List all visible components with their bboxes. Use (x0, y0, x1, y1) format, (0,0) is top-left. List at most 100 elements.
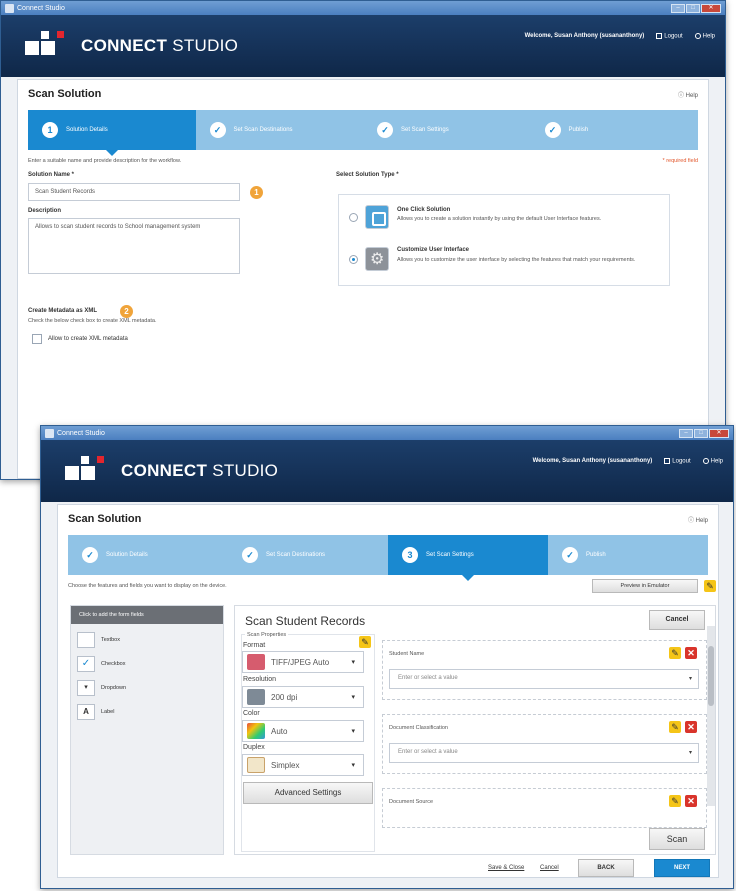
logout-link[interactable]: Logout (664, 458, 691, 465)
customize-ui-radio[interactable] (349, 255, 358, 264)
resolution-dropdown[interactable]: 200 dpi ▾ (242, 686, 364, 708)
scrollbar-thumb[interactable] (708, 646, 714, 706)
app-header: CONNECT STUDIO Welcome, Susan Anthony (s… (1, 15, 725, 77)
checkbox-icon: ✓ (77, 656, 95, 672)
window-title: Connect Studio (17, 4, 65, 12)
header-help-link[interactable]: Help (694, 33, 715, 40)
resolution-icon (247, 689, 265, 705)
one-click-icon (365, 205, 389, 229)
field-type-label[interactable]: A Label (77, 702, 137, 722)
format-dropdown[interactable]: TIFF/JPEG Auto ▾ (242, 651, 364, 673)
student-name-field[interactable]: Student Name ✎ ✕ Enter or select a value… (382, 640, 707, 700)
chevron-down-icon: ▾ (351, 694, 355, 701)
metadata-label: Create Metadata as XML (28, 308, 98, 314)
window-solution-details: Connect Studio – □ ✕ CONNECT STUDIO Welc… (0, 0, 726, 480)
minimize-button[interactable]: – (679, 428, 693, 438)
advanced-settings-button[interactable]: Advanced Settings (243, 782, 373, 804)
cancel-link[interactable]: Cancel (540, 865, 559, 871)
description-textarea[interactable]: Allows to scan student records to School… (28, 218, 240, 274)
header-help-link[interactable]: Help (702, 458, 723, 465)
help-link[interactable]: ⓘ Help (678, 90, 698, 99)
back-button[interactable]: BACK (578, 859, 634, 877)
cancel-button[interactable]: Cancel (649, 610, 705, 630)
minimize-button[interactable]: – (671, 3, 685, 13)
chevron-down-icon: ▾ (688, 750, 692, 756)
help-link[interactable]: ⓘ Help (688, 515, 708, 524)
step-scan-settings[interactable]: 3 Set Scan Settings (388, 535, 548, 581)
document-classification-field[interactable]: Document Classification ✎ ✕ Enter or sel… (382, 714, 707, 774)
one-click-radio[interactable] (349, 213, 358, 222)
duplex-dropdown[interactable]: Simplex ▾ (242, 754, 364, 776)
solution-type-box: One Click Solution Allows you to create … (338, 194, 670, 286)
resolution-label: Resolution (243, 676, 277, 683)
image-file-icon (247, 654, 265, 670)
field-label: Document Source (389, 799, 434, 805)
color-palette-icon (247, 723, 265, 739)
page-title: Scan Solution (28, 88, 102, 100)
field-type-textbox[interactable]: Textbox (77, 630, 137, 650)
page-title: Scan Solution (68, 513, 142, 525)
document-classification-combo[interactable]: Enter or select a value ▾ (389, 743, 699, 763)
scan-properties-label: Scan Properties (245, 632, 289, 638)
pencil-icon[interactable]: ✎ (669, 795, 681, 807)
wizard-steps: ✓ Solution Details ✓ Set Scan Destinations… (68, 535, 708, 581)
help-icon (702, 458, 709, 464)
app-icon (45, 428, 54, 438)
field-type-checkbox[interactable]: ✓ Checkbox (77, 654, 137, 674)
scrollbar[interactable] (707, 626, 715, 806)
title-bar: Connect Studio – □ ✕ (41, 426, 733, 440)
close-button[interactable]: ✕ (709, 428, 729, 438)
required-note: * required field (662, 158, 698, 164)
step-scan-destinations[interactable]: ✓ Set Scan Destinations (228, 535, 388, 575)
close-icon[interactable]: ✕ (685, 647, 697, 659)
field-label: Student Name (389, 651, 425, 657)
save-close-link[interactable]: Save & Close (488, 865, 524, 871)
student-name-combo[interactable]: Enter or select a value ▾ (389, 669, 699, 689)
pencil-icon[interactable]: ✎ (359, 636, 371, 648)
solution-name-label: Solution Name * (28, 172, 75, 178)
pencil-icon[interactable]: ✎ (704, 580, 716, 592)
form-fields-panel: Click to add the form fields Textbox ✓ Ch… (70, 605, 224, 855)
metadata-desc: Check the below check box to create XML … (28, 318, 157, 324)
document-source-field[interactable]: Document Source ✎ ✕ (382, 788, 707, 828)
customize-ui-title: Customize User Interface (397, 247, 470, 253)
textbox-icon (77, 632, 95, 648)
check-icon: ✓ (562, 547, 578, 563)
description-label: Description (28, 208, 62, 214)
app-icon (5, 3, 14, 13)
close-button[interactable]: ✕ (701, 3, 721, 13)
field-label: Document Classification (389, 725, 448, 731)
scan-screen-panel: Scan Student Records Cancel Scan Propert… (234, 605, 716, 855)
pencil-icon[interactable]: ✎ (669, 647, 681, 659)
scan-button[interactable]: Scan (649, 828, 705, 850)
xml-metadata-checkbox[interactable] (32, 334, 42, 344)
chevron-down-icon: ▾ (688, 676, 692, 682)
step-solution-details[interactable]: 1 Solution Details (28, 110, 196, 156)
color-dropdown[interactable]: Auto ▾ (242, 720, 364, 742)
step-scan-destinations[interactable]: ✓ Set Scan Destinations (196, 110, 364, 150)
solution-name-input[interactable]: Scan Student Records (28, 183, 240, 201)
close-icon[interactable]: ✕ (685, 721, 697, 733)
color-label: Color (243, 710, 260, 717)
preview-emulator-button[interactable]: Preview in Emulator (592, 579, 698, 593)
connect-logo-icon (25, 31, 71, 61)
next-button[interactable]: NEXT (654, 859, 710, 877)
app-header: CONNECT STUDIO Welcome, Susan Anthony (s… (41, 440, 733, 502)
field-type-dropdown[interactable]: ▾ Dropdown (77, 678, 137, 698)
callout-badge: 2 (120, 305, 133, 318)
step-publish[interactable]: ✓ Publish (548, 535, 708, 575)
step-scan-settings[interactable]: ✓ Set Scan Settings (363, 110, 531, 150)
maximize-button[interactable]: □ (694, 428, 708, 438)
check-icon: ✓ (209, 122, 226, 138)
window-scan-settings: Connect Studio – □ ✕ CONNECT STUDIO Welc… (40, 425, 734, 889)
check-icon: ✓ (82, 547, 98, 563)
maximize-button[interactable]: □ (686, 3, 700, 13)
pencil-icon[interactable]: ✎ (669, 721, 681, 733)
close-icon[interactable]: ✕ (685, 795, 697, 807)
gear-icon (365, 247, 389, 271)
logout-link[interactable]: Logout (656, 33, 683, 40)
form-fields-header: Click to add the form fields (71, 606, 223, 624)
step-solution-details[interactable]: ✓ Solution Details (68, 535, 228, 575)
step-publish[interactable]: ✓ Publish (531, 110, 699, 150)
xml-metadata-checkbox-label: Allow to create XML metadata (48, 336, 128, 342)
